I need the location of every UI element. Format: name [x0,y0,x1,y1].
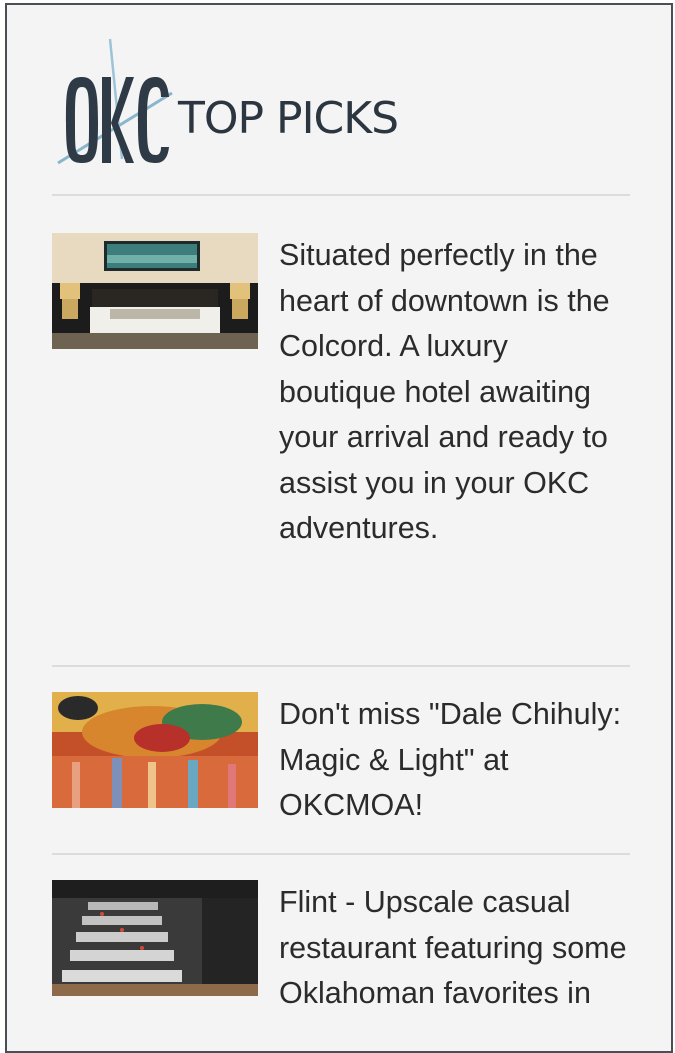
divider [52,853,630,855]
section-title: TOP PICKS [178,93,399,144]
hotel-room-photo[interactable] [52,233,258,349]
divider [52,194,630,196]
okc-top-picks-header: TOP PICKS [52,35,472,171]
restaurant-photo[interactable] [52,880,258,996]
pick-description[interactable]: Flint - Upscale casual restaurant featur… [279,880,629,1017]
pick-description[interactable]: Don't miss "Dale Chihuly: Magic & Light"… [279,692,629,829]
okc-logo-icon [57,38,173,165]
divider [52,665,630,667]
top-picks-panel: TOP PICKS Situated perfectly in the hear… [5,3,673,1053]
pick-description[interactable]: Situated perfectly in the heart of downt… [279,233,629,552]
glass-art-photo[interactable] [52,692,258,808]
